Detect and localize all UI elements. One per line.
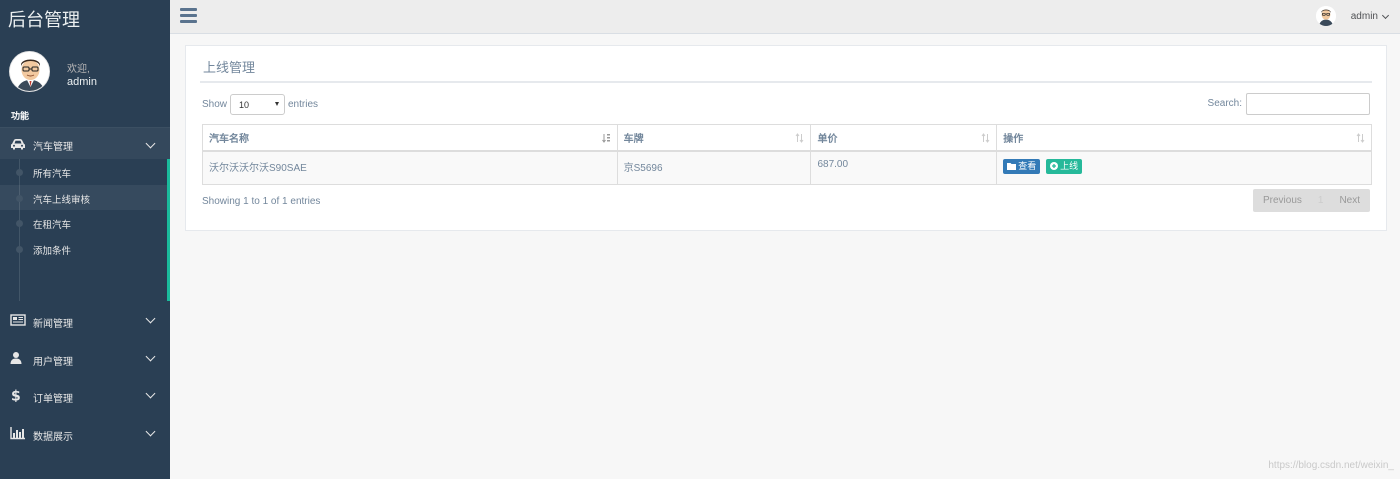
dollar-icon: $ <box>11 389 21 403</box>
chevron-down-icon <box>145 426 156 436</box>
content-panel: 上线管理 Show 10 entries Search: 汽车名称 车牌 单价 … <box>185 45 1387 231</box>
profile-username: admin <box>67 76 97 88</box>
avatar <box>9 51 50 92</box>
topnav-username: admin <box>1350 11 1378 22</box>
sidebar: 后台管理 欢迎, admin 功能 汽车管理 所有汽车 汽车上线审核 在租汽车 … <box>0 0 170 479</box>
sidebar-subitem-add-condition[interactable]: 添加条件 <box>0 236 167 262</box>
search-input[interactable] <box>1246 93 1370 115</box>
sidebar-subitem-all-cars[interactable]: 所有汽车 <box>0 159 167 185</box>
table-header-row: 汽车名称 车牌 单价 操作 <box>202 124 1372 152</box>
entries-label: entries <box>288 99 319 110</box>
menu-toggle-icon[interactable] <box>180 8 197 23</box>
pagination: Previous 1 Next <box>1252 189 1370 212</box>
sidebar-item-data-display[interactable]: 数据展示 <box>0 414 170 452</box>
avatar <box>1316 6 1336 26</box>
sidebar-subitem-car-online-review[interactable]: 汽车上线审核 <box>0 184 167 211</box>
watermark: https://blog.csdn.net/weixin_ <box>1268 460 1394 471</box>
chevron-down-icon <box>145 388 156 399</box>
show-label: Show <box>202 99 228 110</box>
sidebar-item-label: 订单管理 <box>33 394 73 405</box>
svg-text:$: $ <box>11 389 21 403</box>
column-header-actions[interactable]: 操作 <box>996 124 1372 152</box>
car-icon <box>11 139 25 150</box>
column-header-plate[interactable]: 车牌 <box>616 124 812 152</box>
sort-asc-icon <box>601 133 611 143</box>
sort-both-icon <box>1356 133 1365 143</box>
column-header-price[interactable]: 单价 <box>810 124 998 152</box>
user-icon <box>10 351 22 364</box>
bullet-dot-icon <box>16 245 23 253</box>
avatar-face-icon <box>10 52 49 91</box>
cell-price: 687.00 <box>810 150 998 185</box>
chevron-down-icon <box>145 138 156 149</box>
sort-both-icon <box>981 133 990 143</box>
sidebar-item-order-management[interactable]: $ 订单管理 <box>0 376 170 414</box>
column-header-car-name[interactable]: 汽车名称 <box>202 124 618 152</box>
profile: 欢迎, admin <box>0 36 170 106</box>
chevron-down-icon <box>145 351 156 361</box>
bar-chart-icon <box>10 426 25 439</box>
next-page-button[interactable]: Next <box>1329 189 1370 212</box>
avatar-face-icon <box>1316 6 1336 26</box>
chevron-down-icon <box>145 313 156 324</box>
top-navbar: admin <box>170 0 1400 34</box>
page-number-button[interactable]: 1 <box>1312 189 1330 212</box>
cars-table: 汽车名称 车牌 单价 操作 沃尔沃沃尔沃S90SAE 京S5696 687.00… <box>202 124 1372 185</box>
newspaper-icon <box>10 314 26 326</box>
panel-title: 上线管理 <box>203 60 256 75</box>
sidebar-item-user-management[interactable]: 用户管理 <box>0 339 170 377</box>
bullet-dot-icon <box>16 220 23 228</box>
sidebar-subitem-label: 所有汽车 <box>33 169 72 180</box>
search-label: Search: <box>1207 98 1242 109</box>
plus-circle-icon <box>1050 161 1059 170</box>
table-row: 沃尔沃沃尔沃S90SAE 京S5696 687.00 查看 上线 <box>202 150 1372 185</box>
cell-car-name: 沃尔沃沃尔沃S90SAE <box>202 150 618 185</box>
select-arrow-icon <box>275 102 279 106</box>
bullet-dot-icon <box>16 194 23 202</box>
cell-plate: 京S5696 <box>616 150 812 185</box>
bullet-dot-icon <box>16 169 23 176</box>
caret-down-icon <box>1381 11 1390 20</box>
previous-page-button[interactable]: Previous <box>1253 189 1312 212</box>
table-info: Showing 1 to 1 of 1 entries <box>202 196 321 207</box>
sort-both-icon <box>795 133 804 143</box>
brand-title[interactable]: 后台管理 <box>0 0 170 36</box>
view-button[interactable]: 查看 <box>1003 158 1041 174</box>
sidebar-item-label: 汽车管理 <box>33 142 73 153</box>
sidebar-subitem-label: 添加条件 <box>33 245 72 257</box>
sidebar-item-car-management[interactable]: 汽车管理 <box>0 127 170 159</box>
folder-icon <box>1007 162 1017 170</box>
sidebar-subitem-rented-cars[interactable]: 在租汽车 <box>0 210 167 236</box>
car-submenu: 所有汽车 汽车上线审核 在租汽车 添加条件 <box>0 159 170 301</box>
welcome-text: 欢迎, <box>67 64 90 75</box>
sidebar-item-label: 数据展示 <box>33 431 73 443</box>
sidebar-subitem-label: 汽车上线审核 <box>33 194 91 206</box>
sidebar-subitem-label: 在租汽车 <box>33 220 72 232</box>
sidebar-menu: 汽车管理 所有汽车 汽车上线审核 在租汽车 添加条件 新闻管理 用户管理 $ 订… <box>0 127 170 451</box>
cell-actions: 查看 上线 <box>996 150 1372 185</box>
online-button[interactable]: 上线 <box>1046 158 1083 174</box>
sidebar-item-label: 新闻管理 <box>33 319 73 330</box>
panel-divider <box>200 81 1372 83</box>
menu-section-title: 功能 <box>11 111 30 121</box>
sidebar-item-news-management[interactable]: 新闻管理 <box>0 301 170 339</box>
sidebar-item-label: 用户管理 <box>33 356 73 368</box>
